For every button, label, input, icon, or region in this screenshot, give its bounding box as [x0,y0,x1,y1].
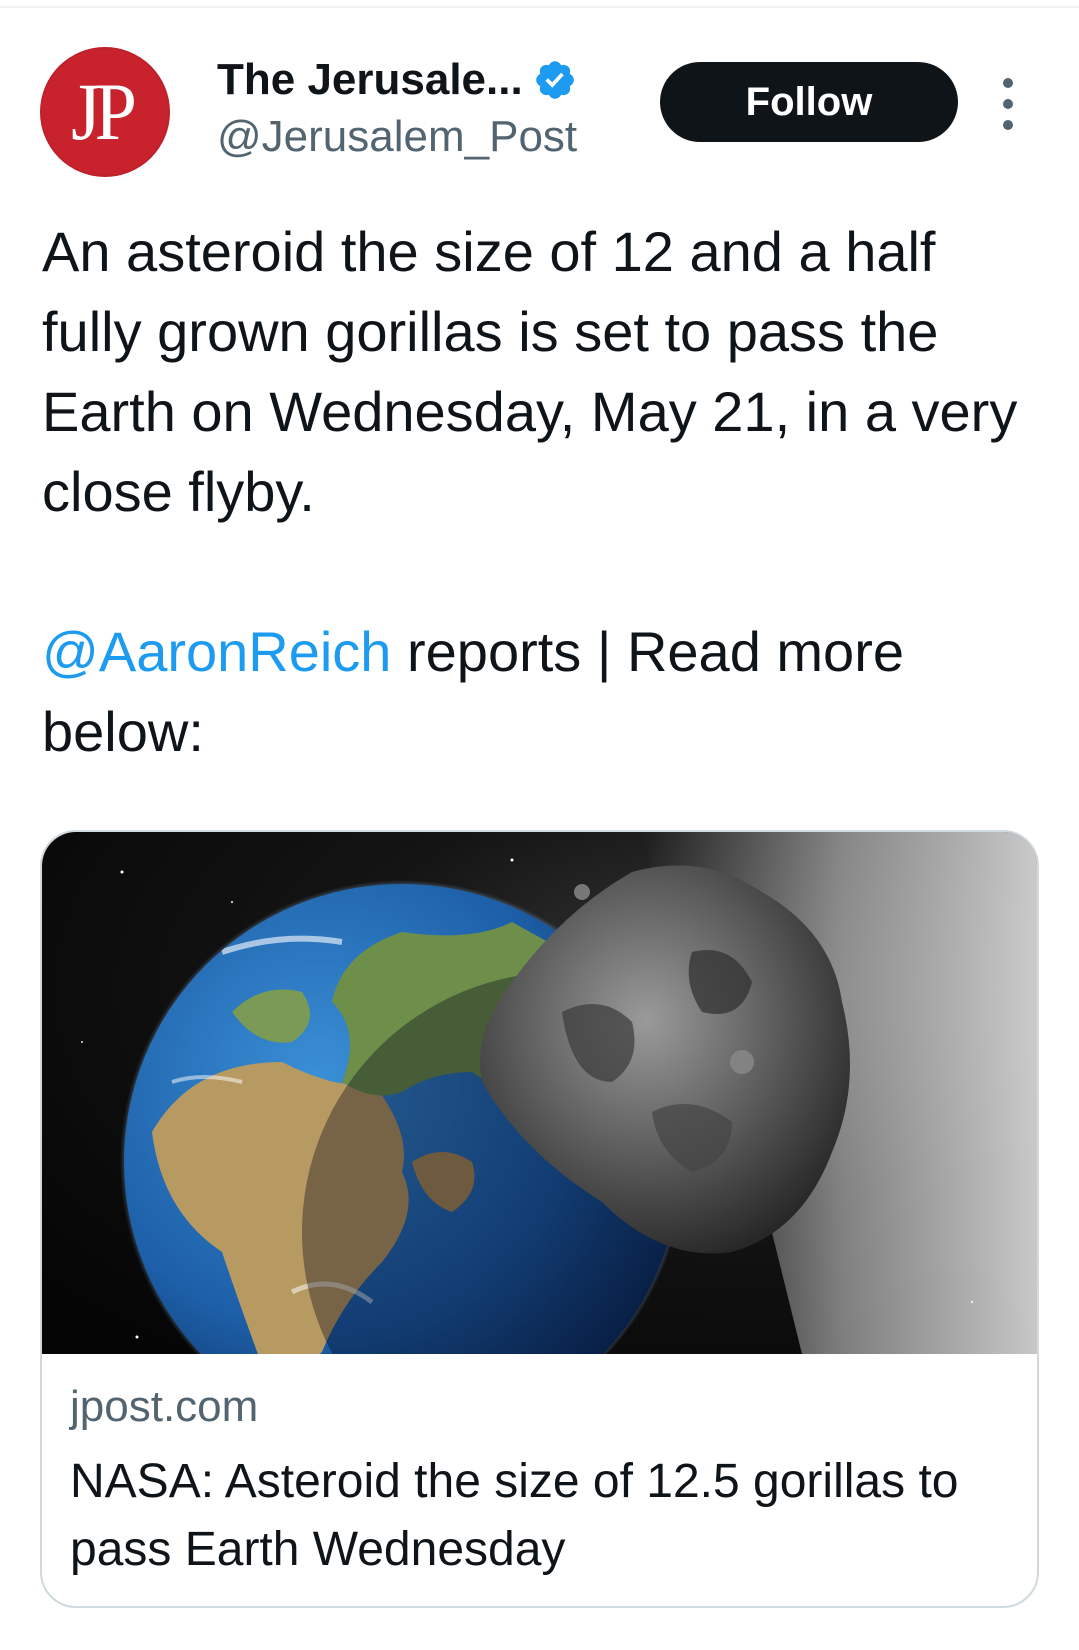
tweet-text: An asteroid the size of 12 and a half fu… [42,212,1042,772]
account-handle[interactable]: @Jerusalem_Post [217,112,577,162]
card-title: NASA: Asteroid the size of 12.5 gorillas… [70,1455,959,1576]
card-domain: jpost.com [70,1382,259,1431]
tweet[interactable]: JP The Jerusale... @Jerusalem_Post Follo… [0,0,1079,1650]
follow-button[interactable]: Follow [660,62,958,142]
more-dot [1003,78,1013,88]
avatar[interactable]: JP [40,47,170,177]
earth-asteroid-image[interactable] [42,832,1037,1354]
avatar-logo-text: JP [71,66,137,158]
tweet-text-paragraph: An asteroid the size of 12 and a half fu… [42,220,1018,523]
tweet-text-paragraph-2: @AaronReich reports | Read more below: [42,612,1042,772]
link-card[interactable]: jpost.com NASA: Asteroid the size of 12.… [40,830,1039,1608]
mention-link[interactable]: @AaronReich [42,620,391,683]
more-dot [1003,99,1013,109]
more-options-icon[interactable] [992,78,1024,130]
more-dot [1003,120,1013,130]
name-row: The Jerusale... [217,52,577,108]
verified-badge-icon [533,58,577,102]
display-name[interactable]: The Jerusale... [217,55,523,105]
